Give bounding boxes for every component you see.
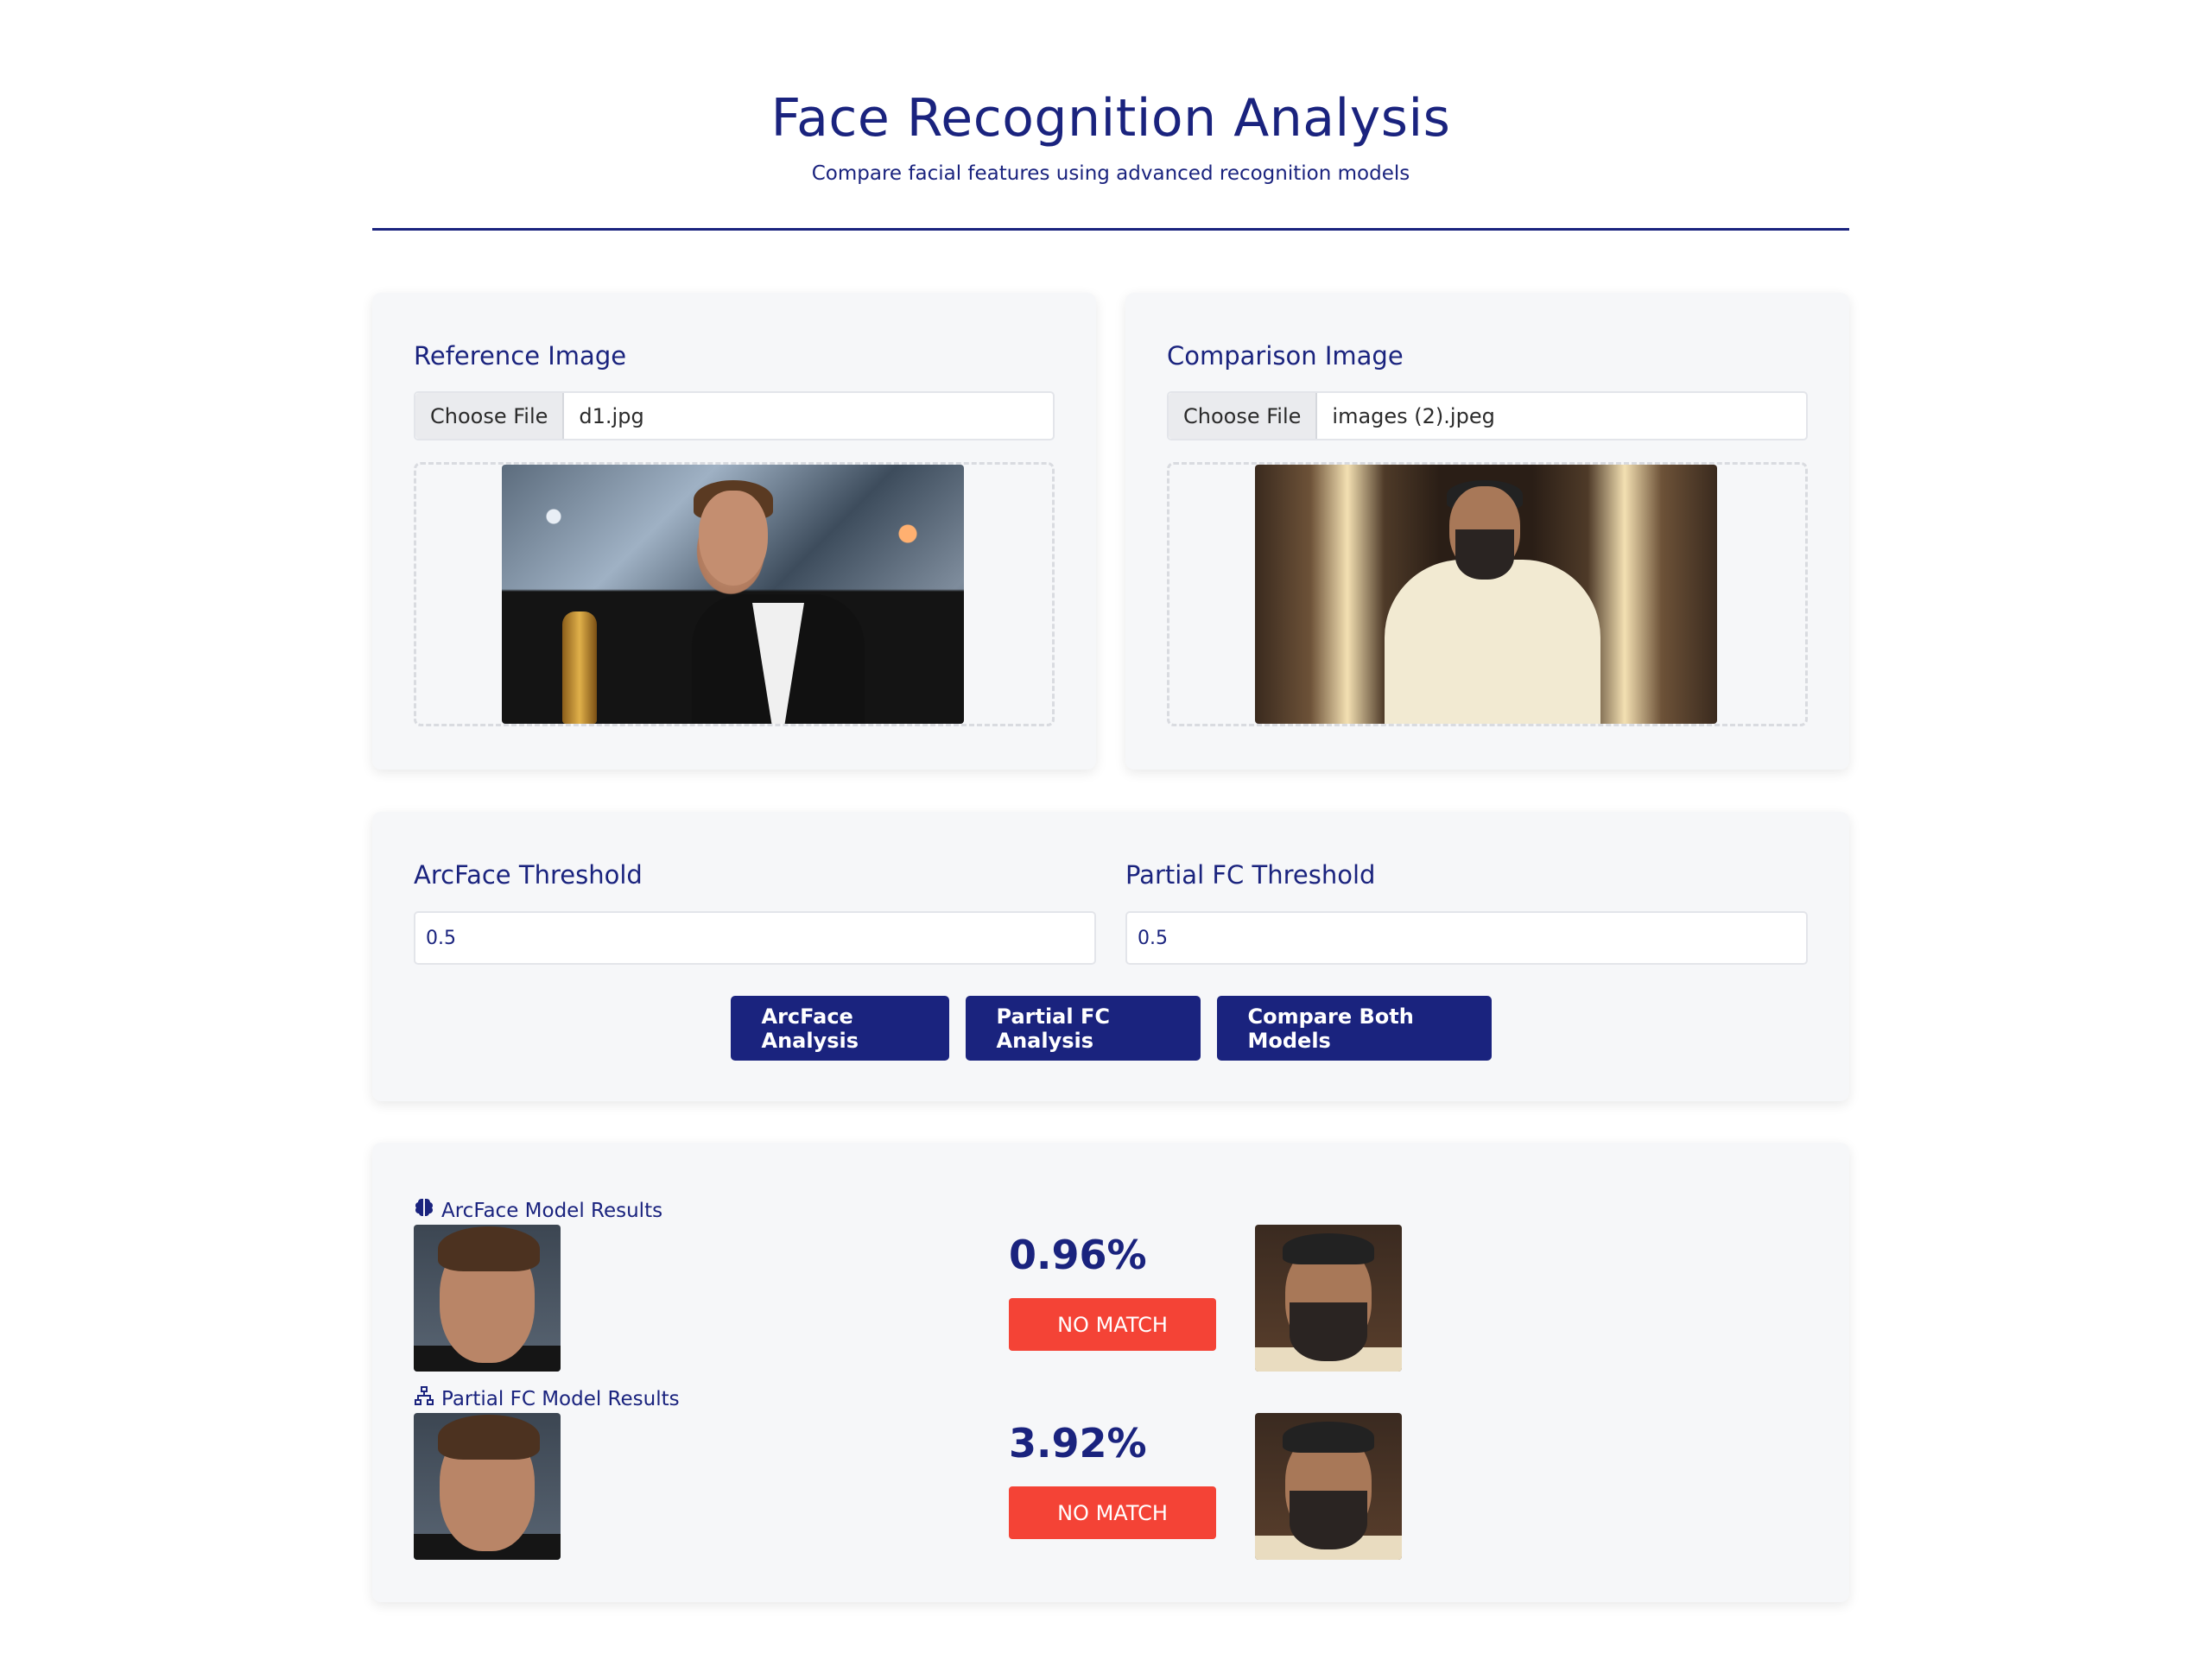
arcface-threshold-label: ArcFace Threshold <box>414 860 643 890</box>
threshold-card: ArcFace Threshold 0.5 Partial FC Thresho… <box>372 812 1849 1101</box>
partial-fc-score: 3.92% <box>1009 1420 1147 1467</box>
arcface-match-badge: NO MATCH <box>1009 1298 1216 1351</box>
reference-image-card: Reference Image Choose File d1.jpg <box>372 293 1096 770</box>
header-divider <box>372 228 1849 231</box>
page-title: Face Recognition Analysis <box>770 88 1451 149</box>
partial-fc-comparison-face <box>1255 1413 1402 1560</box>
results-card: ArcFace Model Results 0.96% NO MATCH Par… <box>372 1143 1849 1602</box>
partial-fc-threshold-label: Partial FC Threshold <box>1125 860 1376 890</box>
arcface-threshold-group: ArcFace Threshold 0.5 <box>414 859 1096 965</box>
comparison-image-preview <box>1167 462 1808 726</box>
arcface-threshold-input[interactable]: 0.5 <box>414 911 1096 965</box>
partial-fc-threshold-input[interactable]: 0.5 <box>1125 911 1808 965</box>
reference-file-name: d1.jpg <box>579 403 644 428</box>
partial-fc-reference-face <box>414 1413 561 1560</box>
page-header: Face Recognition Analysis Compare facial… <box>372 0 1849 231</box>
partial-fc-match-badge: NO MATCH <box>1009 1486 1216 1539</box>
partial-fc-results-heading: Partial FC Model Results <box>414 1385 680 1412</box>
arcface-results-title: ArcFace Model Results <box>441 1199 663 1222</box>
comparison-file-name: images (2).jpeg <box>1332 403 1495 428</box>
arcface-results-heading: ArcFace Model Results <box>414 1197 662 1224</box>
partial-fc-threshold-group: Partial FC Threshold 0.5 <box>1125 859 1808 965</box>
arcface-comparison-face <box>1255 1225 1402 1372</box>
comparison-choose-file-button[interactable]: Choose File <box>1169 393 1318 439</box>
reference-photo <box>502 465 964 724</box>
page-subtitle: Compare facial features using advanced r… <box>811 162 1410 185</box>
compare-both-models-button[interactable]: Compare Both Models <box>1216 996 1492 1061</box>
reference-file-input[interactable]: Choose File d1.jpg <box>414 391 1055 440</box>
comparison-image-label: Comparison Image <box>1167 341 1404 371</box>
reference-image-preview <box>414 462 1055 726</box>
reference-image-label: Reference Image <box>414 341 627 371</box>
comparison-image-card: Comparison Image Choose File images (2).… <box>1125 293 1849 770</box>
comparison-file-input[interactable]: Choose File images (2).jpeg <box>1167 391 1808 440</box>
partial-fc-analysis-button[interactable]: Partial FC Analysis <box>965 996 1201 1061</box>
comparison-photo <box>1255 465 1717 724</box>
network-icon <box>414 1385 434 1412</box>
arcface-reference-face <box>414 1225 561 1372</box>
analysis-buttons: ArcFace Analysis Partial FC Analysis Com… <box>372 996 1849 1061</box>
partial-fc-results-title: Partial FC Model Results <box>441 1387 680 1410</box>
arcface-score: 0.96% <box>1009 1232 1147 1278</box>
brain-icon <box>414 1197 434 1224</box>
arcface-analysis-button[interactable]: ArcFace Analysis <box>730 996 949 1061</box>
reference-choose-file-button[interactable]: Choose File <box>415 393 565 439</box>
app-container: Face Recognition Analysis Compare facial… <box>372 0 1849 1602</box>
